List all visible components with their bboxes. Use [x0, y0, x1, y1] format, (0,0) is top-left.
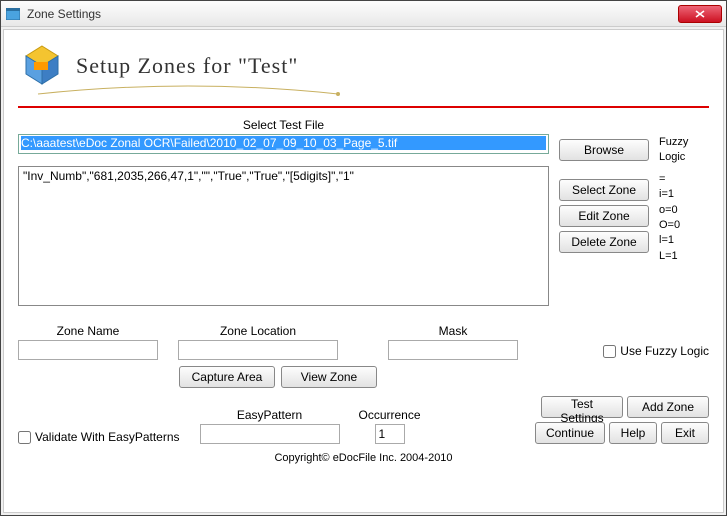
file-path-input[interactable]: C:\aaatest\eDoc Zonal OCR\Failed\2010_02…: [18, 134, 549, 154]
occurrence-label: Occurrence: [359, 408, 421, 422]
titlebar: Zone Settings: [1, 1, 726, 27]
view-zone-button[interactable]: View Zone: [281, 366, 377, 388]
file-section: Select Test File C:\aaatest\eDoc Zonal O…: [18, 118, 709, 306]
content-area: Setup Zones for "Test" Select Test File …: [3, 29, 724, 513]
select-file-label: Select Test File: [18, 118, 549, 132]
fuzzy-lines: = i=1 o=0 O=0 l=1 L=1: [659, 172, 709, 264]
test-settings-button[interactable]: Test Settings: [541, 396, 623, 418]
occurrence-input[interactable]: [375, 424, 405, 444]
exit-button[interactable]: Exit: [661, 422, 709, 444]
easypattern-input[interactable]: [200, 424, 340, 444]
page-title: Setup Zones for "Test": [76, 53, 298, 79]
zone-name-label: Zone Name: [57, 324, 120, 338]
fuzzy-title: Fuzzy Logic: [659, 135, 709, 166]
fields-row: Zone Name Zone Location Mask Use Fuzzy L…: [18, 324, 709, 360]
edit-zone-button[interactable]: Edit Zone: [559, 205, 649, 227]
zone-list[interactable]: "Inv_Numb","681,2035,266,47,1","","True"…: [18, 166, 549, 306]
mask-input[interactable]: [388, 340, 518, 360]
zone-location-label: Zone Location: [220, 324, 296, 338]
continue-button[interactable]: Continue: [535, 422, 605, 444]
use-fuzzy-label: Use Fuzzy Logic: [620, 344, 709, 358]
zone-location-input[interactable]: [178, 340, 338, 360]
close-icon: [695, 10, 705, 18]
app-icon: [5, 6, 21, 22]
delete-zone-button[interactable]: Delete Zone: [559, 231, 649, 253]
easypattern-label: EasyPattern: [237, 408, 302, 422]
copyright-text: Copyright© eDocFile Inc. 2004-2010: [18, 452, 709, 464]
fuzzy-logic-legend: Fuzzy Logic = i=1 o=0 O=0 l=1 L=1: [659, 118, 709, 306]
window-title: Zone Settings: [27, 7, 678, 21]
zone-name-input[interactable]: [18, 340, 158, 360]
capture-view-row: Capture Area View Zone: [178, 366, 378, 388]
validate-easypatterns-label: Validate With EasyPatterns: [35, 430, 180, 444]
zone-list-item[interactable]: "Inv_Numb","681,2035,266,47,1","","True"…: [23, 169, 544, 183]
zone-settings-window: Zone Settings Setup Zones for "Test" Sel: [0, 0, 727, 516]
close-button[interactable]: [678, 5, 722, 23]
easypattern-row: Validate With EasyPatterns EasyPattern O…: [18, 396, 709, 444]
capture-area-button[interactable]: Capture Area: [179, 366, 275, 388]
browse-button[interactable]: Browse: [559, 139, 649, 161]
divider-red: [18, 106, 709, 108]
help-button[interactable]: Help: [609, 422, 657, 444]
use-fuzzy-checkbox[interactable]: [603, 345, 616, 358]
swoosh-decoration: [28, 82, 709, 100]
select-zone-button[interactable]: Select Zone: [559, 179, 649, 201]
validate-easypatterns-checkbox[interactable]: [18, 431, 31, 444]
mask-label: Mask: [439, 324, 468, 338]
add-zone-button[interactable]: Add Zone: [627, 396, 709, 418]
